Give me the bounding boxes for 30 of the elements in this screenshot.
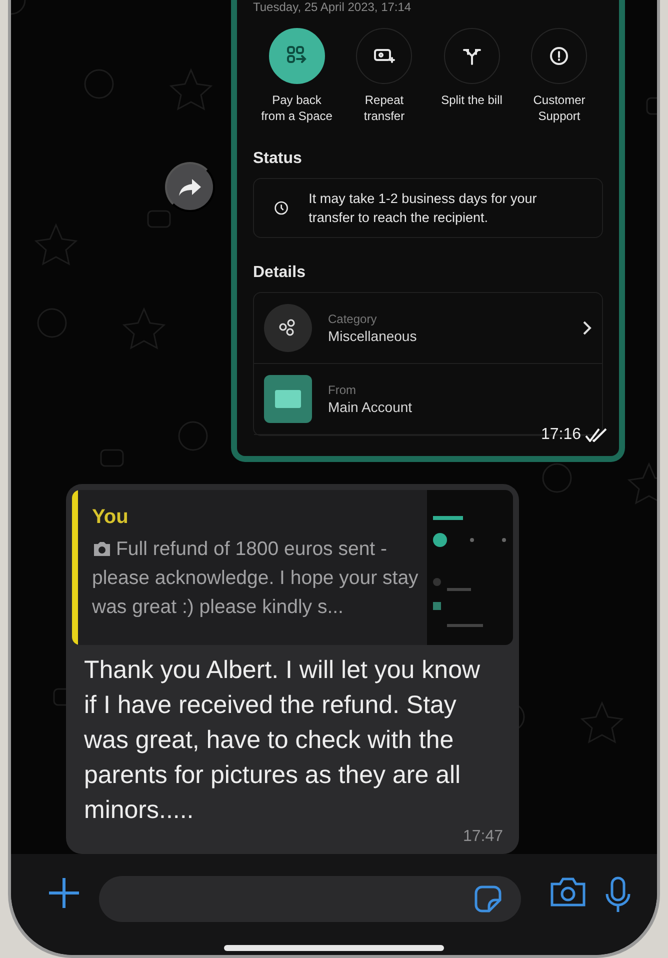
microphone-button[interactable] (605, 876, 631, 914)
section-heading: Details (253, 264, 306, 282)
forward-button[interactable] (165, 162, 215, 212)
action-button[interactable]: Repeat transfer (340, 28, 428, 124)
transfer-date: Tuesday, 25 April 2023, 17:14 (253, 0, 412, 14)
quote-author: You (92, 506, 130, 529)
forward-arrow-icon (178, 177, 202, 197)
camera-button[interactable] (549, 876, 587, 908)
detail-label: From (328, 383, 357, 397)
status-text: It may take 1-2 business days for your transfer to reach the recipient. (308, 190, 538, 227)
message-input-field[interactable] (99, 876, 521, 922)
shapes-icon (264, 304, 312, 352)
camera-icon (92, 541, 112, 557)
detail-value: Main Account (328, 399, 414, 415)
section-heading: Status (253, 150, 303, 168)
detail-row[interactable]: Category Miscellaneous (254, 293, 602, 364)
action-button[interactable]: Split the bill (428, 28, 516, 124)
action-button[interactable]: Customer Support (516, 28, 603, 124)
message-time: 17:47 (462, 828, 503, 845)
quote-text: Full refund of 1800 euros sent - please acknowledge. I hope your stay was great :) please kindly s... (92, 537, 419, 620)
detail-label: Category (328, 312, 378, 326)
image-message[interactable] (231, 0, 625, 462)
card-icon (264, 375, 312, 423)
sticker-icon[interactable] (473, 884, 503, 914)
message-text: Thank you Albert. I will let you know if I have received the refund. Stay was great, have to check with the parents for pictures as they are all minors..... (83, 655, 482, 826)
quoted-message[interactable]: You Full refund of 1800 euros sent - please acknowledge. I hope your stay was great :) please kindly s... (72, 490, 513, 645)
add-button[interactable] (47, 876, 81, 910)
chevron-icon (582, 320, 592, 336)
action-button[interactable]: Pay back from a Space (253, 28, 340, 124)
detail-value: Miscellaneous (328, 328, 418, 344)
